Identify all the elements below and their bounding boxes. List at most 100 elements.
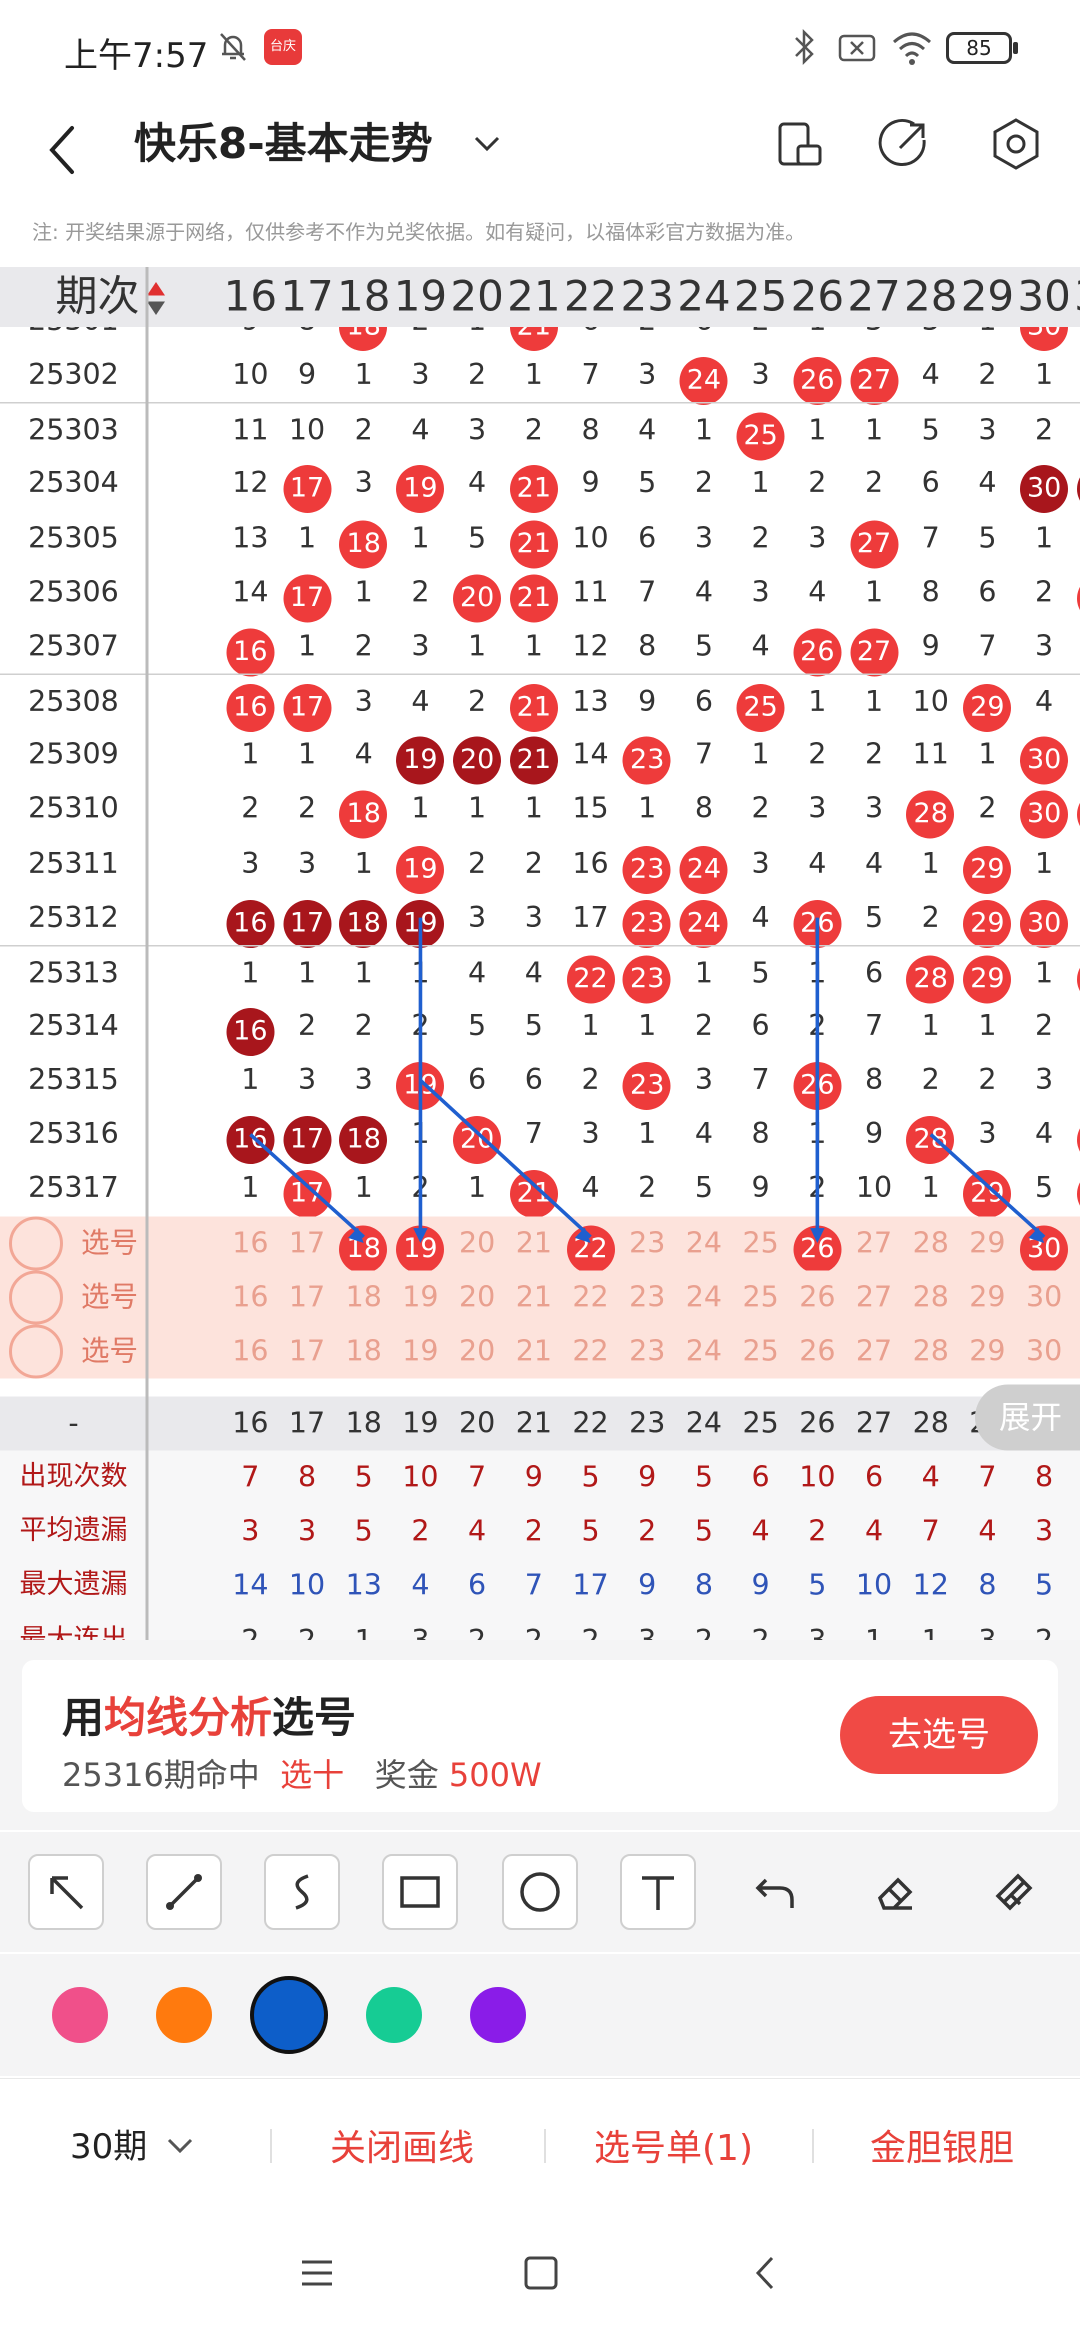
- table-cell[interactable]: 21: [506, 1324, 563, 1378]
- color-swatch[interactable]: [470, 1987, 526, 2043]
- table-cell[interactable]: 19: [392, 1270, 449, 1324]
- pick-list-button[interactable]: 选号单(1): [594, 2119, 753, 2171]
- phone-rotate-icon[interactable]: [770, 114, 830, 174]
- table-cell[interactable]: 17: [279, 1216, 336, 1270]
- circle-tool-icon[interactable]: [502, 1854, 578, 1930]
- chevron-down-icon[interactable]: [470, 126, 504, 160]
- back-nav-icon[interactable]: [744, 2250, 790, 2296]
- text-tool-icon[interactable]: [620, 1854, 696, 1930]
- share-icon[interactable]: [874, 114, 934, 174]
- table-cell[interactable]: 26: [789, 1216, 846, 1273]
- number-ball[interactable]: 22: [566, 1224, 615, 1273]
- table-cell[interactable]: 26: [789, 1324, 846, 1378]
- table-cell[interactable]: 20: [449, 1270, 506, 1324]
- go-pick-button[interactable]: 去选号: [840, 1696, 1038, 1774]
- chevron-down-icon[interactable]: [164, 2129, 196, 2161]
- table-cell: 8: [751, 1117, 770, 1151]
- table-cell[interactable]: 30: [1016, 1216, 1073, 1273]
- table-cell[interactable]: 23: [619, 1270, 676, 1324]
- table-cell[interactable]: 24: [676, 1270, 733, 1324]
- pick-checkbox[interactable]: [8, 1270, 63, 1325]
- promo-card[interactable]: 用均线分析选号 25316期命中 选十 奖金 500W 去选号: [22, 1660, 1058, 1812]
- undo-icon[interactable]: [738, 1854, 814, 1930]
- pick-checkbox[interactable]: [8, 1325, 63, 1380]
- table-cell[interactable]: 29: [959, 1216, 1016, 1270]
- table-cell[interactable]: 24: [676, 1324, 733, 1378]
- table-cell[interactable]: 21: [506, 1270, 563, 1324]
- table-cell: 17: [279, 565, 336, 623]
- table-cell[interactable]: 19: [392, 1324, 449, 1378]
- table-cell[interactable]: 31: [1073, 1270, 1080, 1324]
- table-cell[interactable]: 20: [449, 1216, 506, 1270]
- table-cell[interactable]: 16: [222, 1270, 279, 1324]
- table-cell[interactable]: 18: [335, 1324, 392, 1378]
- table-cell[interactable]: 26: [789, 1270, 846, 1324]
- table-cell[interactable]: 30: [1016, 1270, 1073, 1324]
- table-cell[interactable]: 21: [506, 1216, 563, 1270]
- table-cell[interactable]: 27: [846, 1216, 903, 1270]
- arrow-tool-icon[interactable]: [28, 1854, 104, 1930]
- number-ball[interactable]: 18: [339, 1224, 388, 1273]
- menu-icon[interactable]: [294, 2250, 340, 2296]
- line-tool-icon[interactable]: [146, 1854, 222, 1930]
- table-cell[interactable]: 28: [902, 1270, 959, 1324]
- expand-button[interactable]: 展开: [975, 1384, 1080, 1451]
- golden-button[interactable]: 金胆银胆: [870, 2119, 1014, 2171]
- number-ball: 19: [396, 465, 445, 514]
- table-cell[interactable]: 19: [392, 1216, 449, 1273]
- back-icon[interactable]: [44, 120, 84, 180]
- table-cell[interactable]: 16: [222, 1324, 279, 1378]
- close-draw-button[interactable]: 关闭画线: [330, 2119, 474, 2171]
- rectangle-tool-icon[interactable]: [382, 1854, 458, 1930]
- clear-icon[interactable]: [976, 1854, 1052, 1930]
- table-cell[interactable]: 24: [676, 1216, 733, 1270]
- stat-cell: 7: [1073, 1559, 1080, 1613]
- table-cell[interactable]: 22: [562, 1270, 619, 1324]
- pick-label[interactable]: 选号: [0, 1216, 147, 1271]
- period-header[interactable]: 期次: [0, 267, 222, 327]
- table-cell[interactable]: 30: [1016, 1324, 1073, 1378]
- table-cell[interactable]: 28: [902, 1324, 959, 1378]
- table-cell[interactable]: 29: [959, 1324, 1016, 1378]
- table-cell[interactable]: 22: [562, 1216, 619, 1273]
- table-cell[interactable]: 27: [846, 1270, 903, 1324]
- table-cell[interactable]: 28: [902, 1216, 959, 1270]
- color-swatch[interactable]: [52, 1987, 108, 2043]
- number-ball[interactable]: 19: [396, 1224, 445, 1273]
- table-cell[interactable]: 22: [562, 1324, 619, 1378]
- table-cell[interactable]: 20: [449, 1324, 506, 1378]
- table-cell[interactable]: 16: [222, 1216, 279, 1270]
- table-cell[interactable]: 17: [279, 1324, 336, 1378]
- number-ball[interactable]: 30: [1020, 1224, 1069, 1273]
- table-cell[interactable]: 25: [732, 1216, 789, 1270]
- table-cell[interactable]: 29: [959, 1270, 1016, 1324]
- home-icon[interactable]: [518, 2250, 564, 2296]
- table-cell[interactable]: 25: [732, 1270, 789, 1324]
- table-cell: 5: [694, 629, 713, 663]
- pick-checkbox[interactable]: [8, 1216, 63, 1271]
- table-cell[interactable]: 25: [732, 1324, 789, 1378]
- table-cell[interactable]: 31: [1073, 1216, 1080, 1270]
- table-cell[interactable]: 23: [619, 1324, 676, 1378]
- table-cell[interactable]: 18: [335, 1216, 392, 1273]
- color-swatch[interactable]: [366, 1987, 422, 2043]
- pick-label[interactable]: 选号: [0, 1270, 147, 1325]
- table-cell[interactable]: 23: [619, 1216, 676, 1270]
- pick-label[interactable]: 选号: [0, 1324, 147, 1380]
- sort-arrows-icon[interactable]: [140, 272, 167, 322]
- color-swatch[interactable]: [250, 1976, 328, 2054]
- table-cell[interactable]: 17: [279, 1270, 336, 1324]
- page-title[interactable]: 快乐8-基本走势: [134, 112, 433, 176]
- stat-cell: 12: [912, 1569, 949, 1603]
- table-cell: 1: [297, 738, 317, 772]
- curve-tool-icon[interactable]: [264, 1854, 340, 1930]
- settings-icon[interactable]: [986, 114, 1046, 174]
- color-swatch[interactable]: [156, 1987, 212, 2043]
- period-selector[interactable]: 30期: [70, 2119, 147, 2168]
- table-cell[interactable]: 31: [1073, 1324, 1080, 1378]
- table-cell[interactable]: 27: [846, 1324, 903, 1378]
- table-cell: 5: [468, 1009, 487, 1043]
- number-ball[interactable]: 26: [793, 1224, 842, 1273]
- table-cell[interactable]: 18: [335, 1270, 392, 1324]
- eraser-icon[interactable]: [858, 1854, 934, 1930]
